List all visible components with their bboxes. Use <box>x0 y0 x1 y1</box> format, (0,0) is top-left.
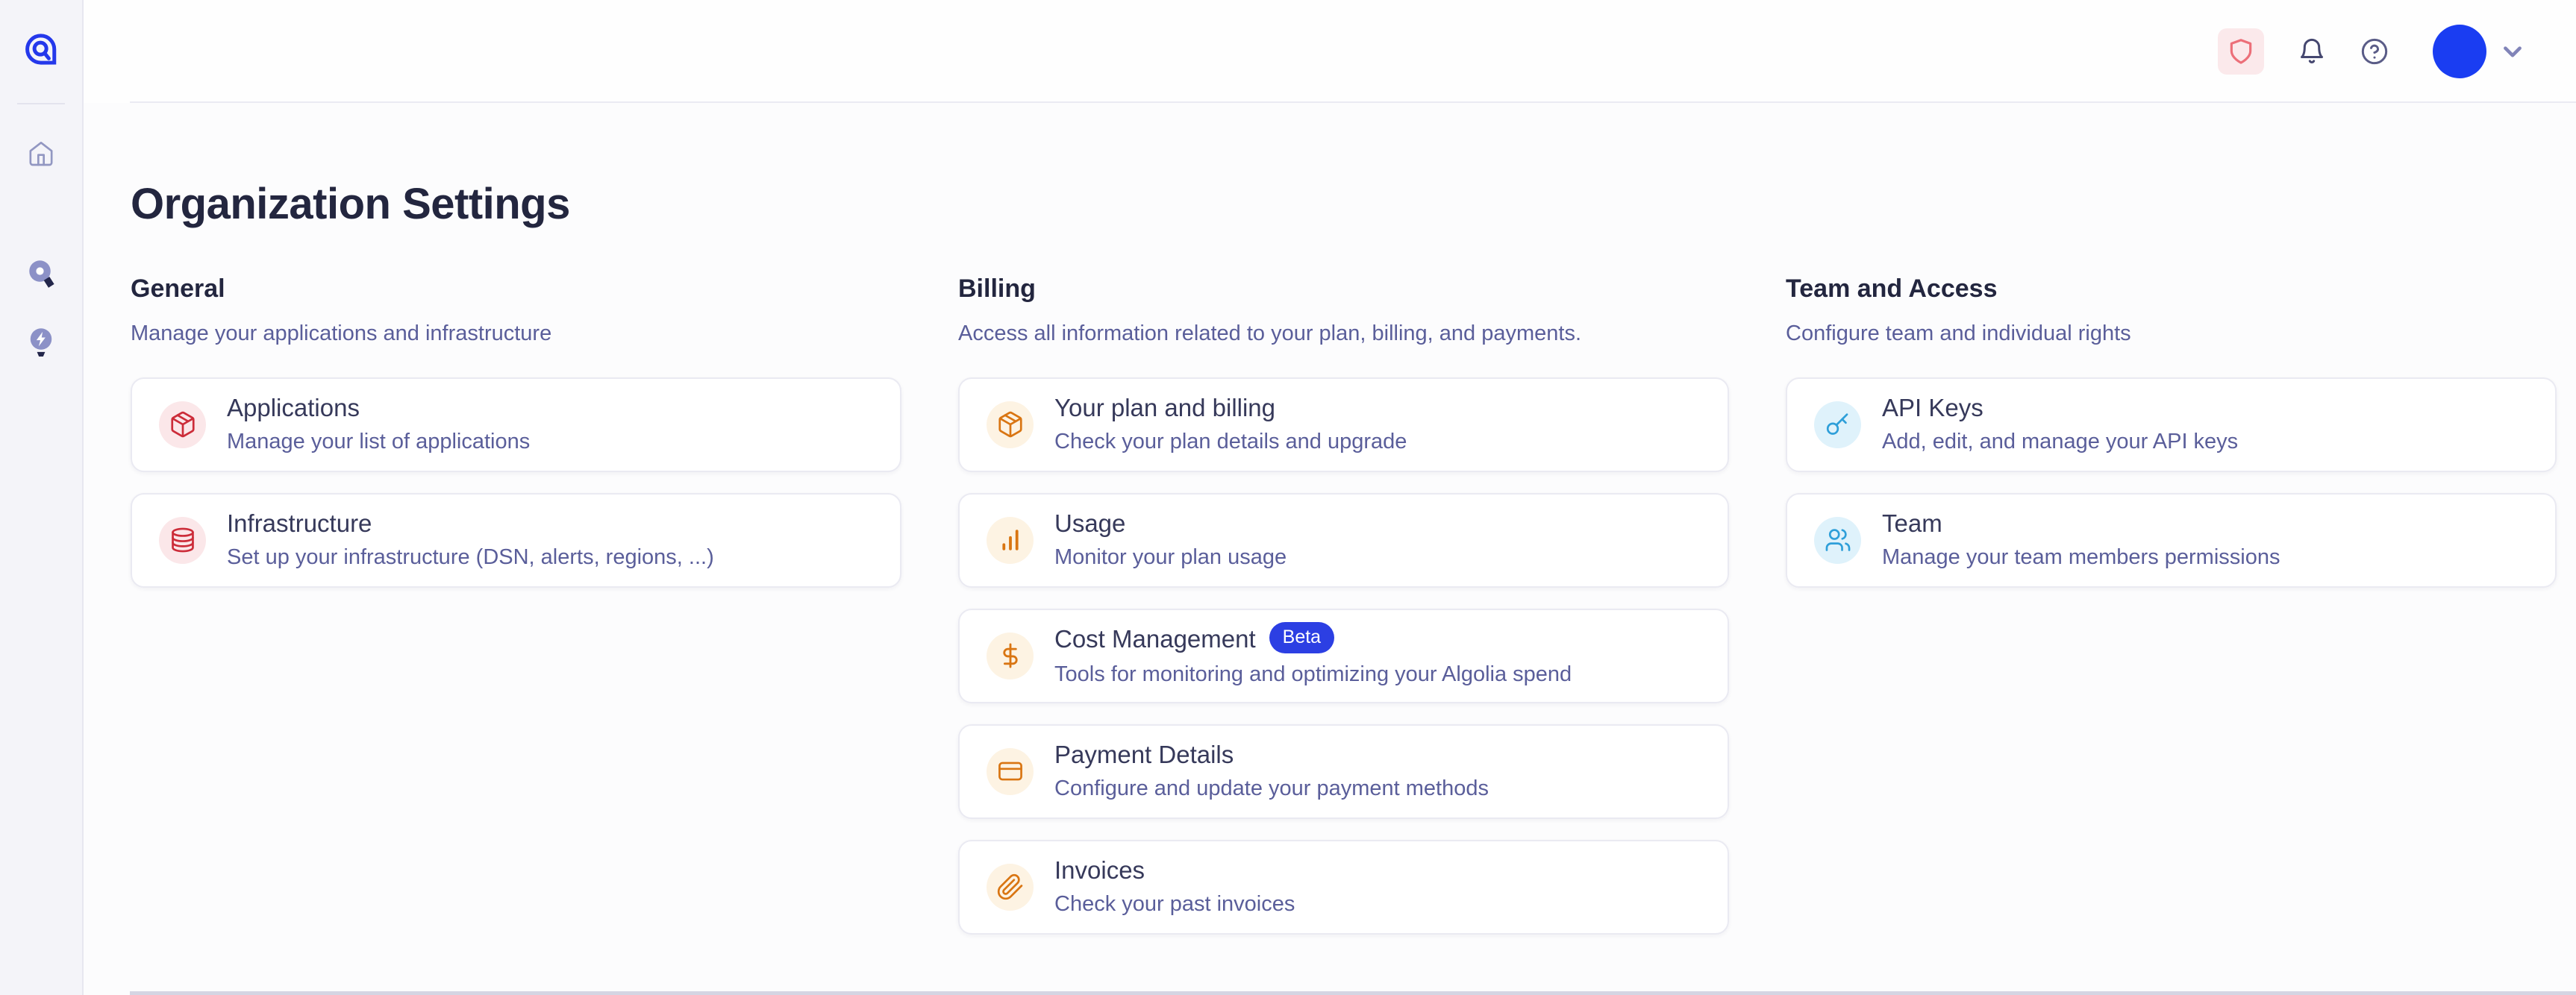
card-icon-circle <box>1814 401 1861 448</box>
card-invoices[interactable]: Invoices Check your past invoices <box>958 840 1729 935</box>
section-title: General <box>131 274 901 304</box>
card-icon-circle <box>159 401 206 448</box>
sidebar-item-recommendations[interactable] <box>25 327 57 365</box>
card-usage[interactable]: Usage Monitor your plan usage <box>958 493 1729 588</box>
algolia-logo[interactable] <box>22 30 60 69</box>
card-title: Cost Management <box>1054 625 1256 653</box>
team-icon <box>1824 526 1852 554</box>
lightbulb-bolt-icon <box>25 327 57 362</box>
sidebar <box>0 0 84 995</box>
notifications-button[interactable] <box>2297 37 2327 66</box>
section-title: Team and Access <box>1786 274 2557 304</box>
home-icon <box>26 139 56 169</box>
section-title: Billing <box>958 274 1729 304</box>
card-team[interactable]: Team Manage your team members permission… <box>1786 493 2557 588</box>
card-applications[interactable]: Applications Manage your list of applica… <box>131 377 901 472</box>
card-subtitle: Check your past invoices <box>1054 891 1295 917</box>
card-subtitle: Configure and update your payment method… <box>1054 776 1489 802</box>
card-icon-circle <box>987 864 1034 911</box>
shield-icon <box>2227 37 2255 66</box>
card-title: Invoices <box>1054 856 1295 885</box>
card-payment-details[interactable]: Payment Details Configure and update you… <box>958 724 1729 819</box>
card-icon-circle <box>987 633 1034 679</box>
bar-chart-icon <box>996 526 1025 554</box>
card-subtitle: Manage your team members permissions <box>1882 544 2280 571</box>
help-icon <box>2360 37 2389 66</box>
package-icon <box>169 410 197 439</box>
section-general: General Manage your applications and inf… <box>131 274 901 609</box>
section-subtitle: Configure team and individual rights <box>1786 321 2557 346</box>
credit-card-icon <box>996 757 1025 785</box>
avatar <box>2433 25 2486 78</box>
bell-icon <box>2297 37 2327 66</box>
card-subtitle: Set up your infrastructure (DSN, alerts,… <box>227 544 714 571</box>
card-subtitle: Add, edit, and manage your API keys <box>1882 429 2238 455</box>
settings-columns: General Manage your applications and inf… <box>131 274 2558 955</box>
beta-badge: Beta <box>1269 622 1334 653</box>
main-content: Organization Settings General Manage you… <box>84 104 2576 995</box>
card-title: Team <box>1882 509 2280 538</box>
topbar-divider <box>130 101 2576 103</box>
chevron-down-icon <box>2497 36 2528 67</box>
card-cost-management[interactable]: Cost Management Beta Tools for monitorin… <box>958 609 1729 703</box>
package-icon <box>996 410 1025 439</box>
sidebar-divider <box>17 103 65 104</box>
sidebar-item-home[interactable] <box>26 139 56 171</box>
database-icon <box>169 526 197 554</box>
card-title: Payment Details <box>1054 741 1489 769</box>
card-your-plan-and-billing[interactable]: Your plan and billing Check your plan de… <box>958 377 1729 472</box>
search-magnifier-icon <box>25 259 57 295</box>
horizontal-scrollbar[interactable] <box>130 991 2576 995</box>
card-icon-circle <box>987 748 1034 795</box>
dollar-icon <box>996 641 1025 670</box>
section-billing: Billing Access all information related t… <box>958 274 1729 955</box>
user-menu-button[interactable] <box>2433 25 2528 78</box>
card-title: Infrastructure <box>227 509 714 538</box>
algolia-logo-icon <box>22 30 60 69</box>
card-title: Your plan and billing <box>1054 394 1407 422</box>
paperclip-icon <box>996 873 1025 901</box>
card-subtitle: Manage your list of applications <box>227 429 530 455</box>
trust-shield-button[interactable] <box>2218 28 2264 75</box>
card-api-keys[interactable]: API Keys Add, edit, and manage your API … <box>1786 377 2557 472</box>
card-icon-circle <box>987 401 1034 448</box>
card-title: API Keys <box>1882 394 2238 422</box>
card-icon-circle <box>159 517 206 564</box>
section-team-and-access: Team and Access Configure team and indiv… <box>1786 274 2557 609</box>
card-title: Usage <box>1054 509 1287 538</box>
page-title: Organization Settings <box>131 181 2558 228</box>
card-icon-circle <box>987 517 1034 564</box>
card-subtitle: Tools for monitoring and optimizing your… <box>1054 662 1572 688</box>
card-icon-circle <box>1814 517 1861 564</box>
sidebar-item-search[interactable] <box>25 259 57 297</box>
help-button[interactable] <box>2360 37 2389 66</box>
card-infrastructure[interactable]: Infrastructure Set up your infrastructur… <box>131 493 901 588</box>
section-subtitle: Access all information related to your p… <box>958 321 1729 346</box>
card-subtitle: Monitor your plan usage <box>1054 544 1287 571</box>
section-subtitle: Manage your applications and infrastruct… <box>131 321 901 346</box>
topbar <box>84 0 2576 103</box>
card-title: Applications <box>227 394 530 422</box>
key-icon <box>1824 410 1852 439</box>
card-subtitle: Check your plan details and upgrade <box>1054 429 1407 455</box>
